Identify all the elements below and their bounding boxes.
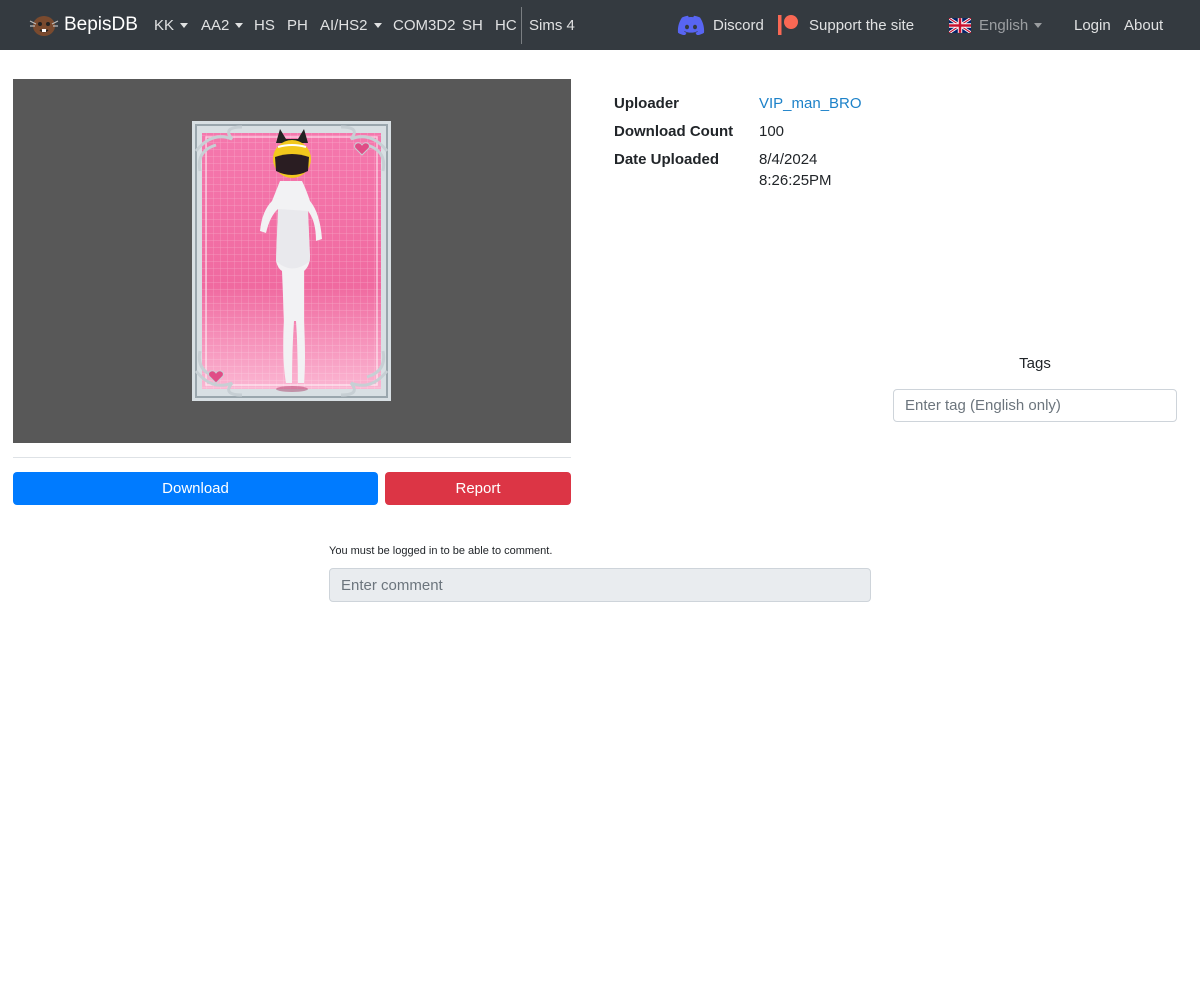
- nav-sh-label: SH: [462, 16, 483, 34]
- card-preview: [13, 79, 571, 443]
- nav-com3d2[interactable]: COM3D2: [393, 0, 456, 50]
- nav-ai-hs2[interactable]: AI/HS2: [320, 0, 382, 50]
- navbar: BepisDB KK AA2 HS PH AI/HS2 COM3D2 SH HC…: [0, 0, 1200, 50]
- nav-about[interactable]: About: [1124, 0, 1163, 50]
- nav-hc[interactable]: HC: [495, 0, 517, 50]
- uploader-value: VIP_man_BRO: [759, 95, 862, 112]
- character-card-image: [192, 121, 391, 401]
- nav-divider: [521, 7, 522, 44]
- patreon-icon: [778, 15, 798, 35]
- language-dropdown[interactable]: English: [949, 0, 1043, 50]
- chevron-down-icon: [180, 22, 189, 28]
- nav-ph[interactable]: PH: [287, 0, 308, 50]
- nav-ai-hs2-label: AI/HS2: [320, 16, 368, 34]
- nav-login[interactable]: Login: [1074, 0, 1111, 50]
- nav-support-label: Support the site: [809, 16, 915, 34]
- uk-flag-icon: [949, 17, 971, 33]
- brand-link[interactable]: BepisDB: [28, 0, 138, 50]
- nav-kk[interactable]: KK: [154, 0, 189, 50]
- download-count-value: 100: [759, 123, 785, 140]
- download-count-label: Download Count: [614, 123, 734, 140]
- comment-input[interactable]: [329, 568, 871, 602]
- nav-ph-label: PH: [287, 16, 308, 34]
- bepis-logo-icon: [29, 16, 59, 36]
- date-uploaded-date: 8/4/2024: [759, 151, 818, 168]
- divider: [13, 457, 571, 458]
- nav-com3d2-label: COM3D2: [393, 16, 456, 34]
- language-label: English: [979, 16, 1029, 34]
- nav-about-label: About: [1124, 16, 1164, 34]
- discord-icon: [677, 15, 705, 35]
- nav-sh[interactable]: SH: [462, 0, 483, 50]
- nav-login-label: Login: [1074, 16, 1111, 34]
- nav-discord[interactable]: Discord: [677, 0, 764, 50]
- uploader-label: Uploader: [614, 95, 680, 112]
- nav-kk-label: KK: [154, 16, 175, 34]
- nav-sims4[interactable]: Sims 4: [529, 0, 575, 50]
- chevron-down-icon: [1034, 22, 1043, 28]
- date-uploaded-label: Date Uploaded: [614, 151, 720, 168]
- login-required-note: You must be logged in to be able to comm…: [329, 545, 553, 557]
- report-button[interactable]: Report: [385, 472, 571, 505]
- tag-input[interactable]: [893, 389, 1177, 422]
- nav-aa2-label: AA2: [201, 16, 230, 34]
- nav-sims4-label: Sims 4: [529, 16, 575, 34]
- nav-support[interactable]: Support the site: [777, 0, 914, 50]
- nav-aa2[interactable]: AA2: [201, 0, 244, 50]
- nav-hs[interactable]: HS: [254, 0, 275, 50]
- nav-hc-label: HC: [495, 16, 517, 34]
- tags-title: Tags: [1019, 355, 1051, 372]
- chevron-down-icon: [373, 22, 382, 28]
- chevron-down-icon: [235, 22, 244, 28]
- nav-discord-label: Discord: [713, 16, 764, 34]
- brand-name: BepisDB: [64, 14, 138, 35]
- uploader-link[interactable]: VIP_man_BRO: [759, 95, 862, 112]
- nav-hs-label: HS: [254, 16, 275, 34]
- date-uploaded-time: 8:26:25PM: [759, 172, 832, 189]
- download-button[interactable]: Download: [13, 472, 378, 505]
